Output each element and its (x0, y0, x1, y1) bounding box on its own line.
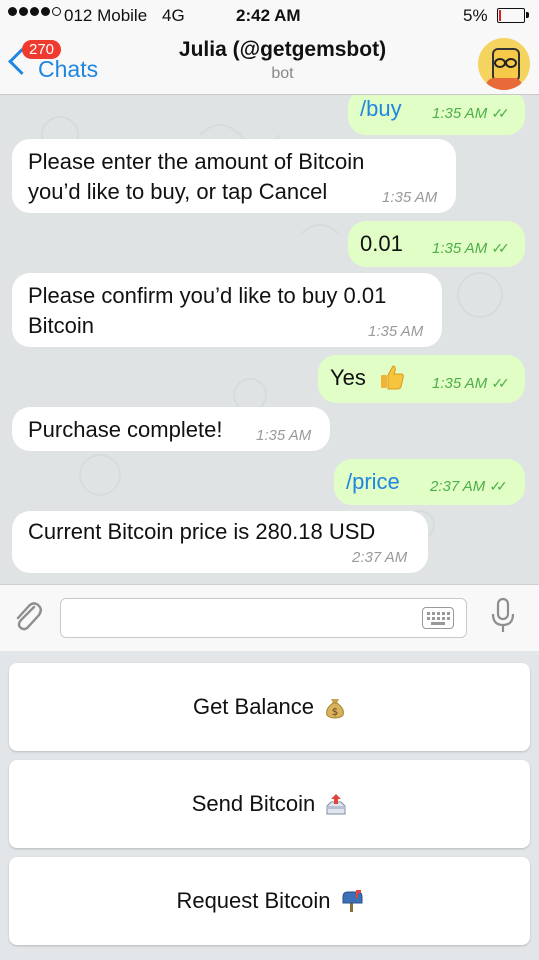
message-text: Yes (330, 365, 366, 390)
incoming-message[interactable]: Current Bitcoin price is 280.18 USD 2:37… (12, 511, 428, 573)
message-input[interactable] (60, 598, 467, 638)
outgoing-message[interactable]: /price 2:37 AM ✓✓ (334, 459, 525, 505)
chat-title[interactable]: Julia (@getgemsbot) (140, 38, 425, 62)
back-label: Chats (38, 56, 99, 82)
read-receipt-icon: ✓✓ (491, 375, 510, 391)
unread-badge: 270 (22, 40, 62, 59)
message-text-line-1: Please confirm you’d like to buy 0.01 (28, 283, 387, 308)
bot-keyboard: Get Balance $ Send Bitcoin Request Bitco… (0, 651, 539, 960)
message-text: Current Bitcoin price is 280.18 USD (28, 519, 376, 544)
carrier-name: 012 Mobile (64, 6, 148, 25)
read-receipt-icon: ✓✓ (489, 478, 508, 494)
thumbs-up-icon (381, 365, 404, 390)
read-receipt-icon: ✓✓ (491, 105, 510, 121)
message-text-line-2: you’d like to buy, or tap Cancel (28, 179, 328, 204)
battery-percent: 5% (463, 6, 488, 25)
svg-text:$: $ (332, 707, 338, 718)
outbox-tray-icon (326, 794, 346, 815)
keyboard-toggle-icon[interactable] (422, 607, 454, 629)
mailbox-icon (342, 890, 363, 912)
get-balance-button[interactable]: Get Balance $ (9, 663, 530, 751)
battery-icon (497, 8, 529, 23)
outgoing-message[interactable]: Yes 1:35 AM ✓✓ (318, 355, 525, 403)
network-type: 4G (162, 6, 185, 25)
message-time: 1:35 AM ✓✓ (432, 240, 510, 257)
composer-bar (0, 584, 539, 652)
read-receipt-icon: ✓✓ (491, 240, 510, 256)
message-time: 1:35 AM ✓✓ (432, 375, 510, 392)
message-text: /buy (360, 96, 402, 121)
message-list[interactable]: /buy 1:35 AM ✓✓ Please enter the amount o… (0, 95, 539, 584)
message-text: /price (346, 469, 400, 494)
outgoing-message[interactable]: 0.01 1:35 AM ✓✓ (348, 221, 525, 267)
chat-subtitle: bot (271, 65, 294, 82)
message-text-line-1: Please enter the amount of Bitcoin (28, 149, 365, 174)
chat-header: Chats 270 Julia (@getgemsbot) bot (0, 32, 539, 95)
button-label: Send Bitcoin (191, 791, 316, 816)
microphone-icon[interactable] (490, 597, 516, 635)
signal-strength-icon (8, 7, 61, 16)
request-bitcoin-button[interactable]: Request Bitcoin (9, 857, 530, 945)
avatar[interactable] (478, 38, 530, 90)
money-bag-icon: $ (326, 699, 344, 719)
message-time: 1:35 AM (368, 323, 424, 340)
message-text: Purchase complete! (28, 417, 223, 442)
message-time: 2:37 AM ✓✓ (430, 478, 508, 495)
status-bar: 012 Mobile 4G 2:42 AM 5% (0, 0, 539, 32)
paperclip-icon[interactable] (12, 599, 44, 633)
status-time: 2:42 AM (236, 6, 301, 25)
message-time: 2:37 AM (352, 549, 408, 566)
message-text-line-2: Bitcoin (28, 313, 95, 338)
message-time: 1:35 AM (256, 427, 312, 444)
incoming-message[interactable]: Please confirm you’d like to buy 0.01 Bi… (12, 273, 442, 347)
button-label: Get Balance (192, 694, 315, 719)
outgoing-message[interactable]: /buy 1:35 AM ✓✓ (348, 95, 525, 135)
message-time: 1:35 AM (382, 189, 438, 206)
message-time: 1:35 AM ✓✓ (432, 105, 510, 122)
back-button[interactable]: Chats 270 (8, 40, 118, 84)
message-text: 0.01 (360, 231, 403, 256)
incoming-message[interactable]: Please enter the amount of Bitcoin you’d… (12, 139, 456, 213)
send-bitcoin-button[interactable]: Send Bitcoin (9, 760, 530, 848)
button-label: Request Bitcoin (176, 888, 331, 913)
incoming-message[interactable]: Purchase complete! 1:35 AM (12, 407, 330, 451)
